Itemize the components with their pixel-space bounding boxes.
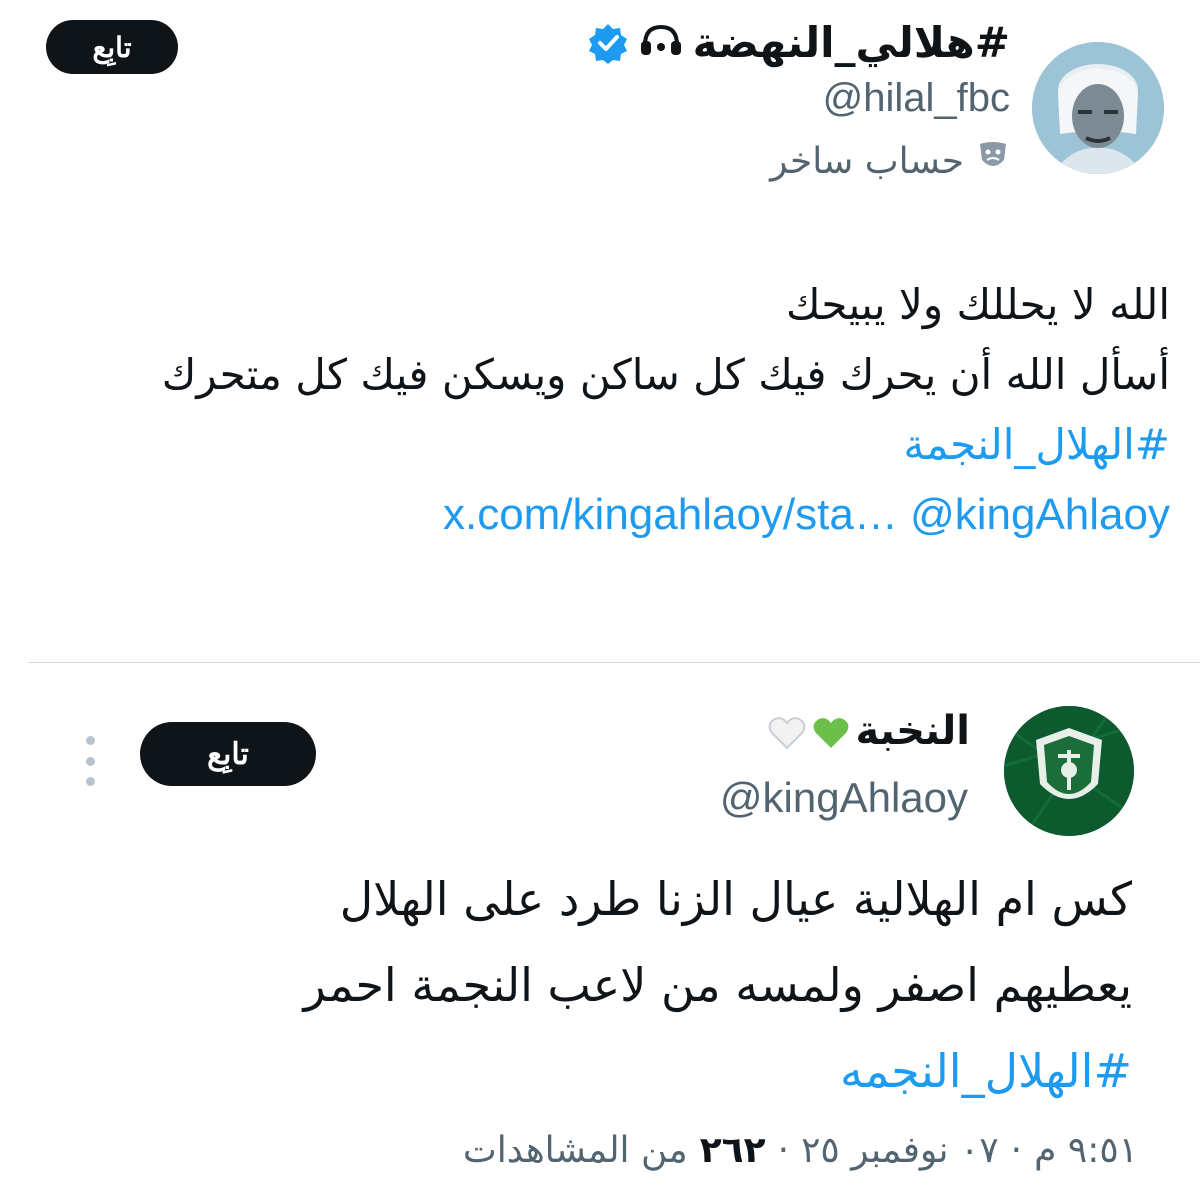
follow-button[interactable]: تابِع — [46, 20, 178, 74]
more-vertical-icon[interactable] — [78, 736, 102, 786]
quoted-tweet-text: كس ام الهلالية عيال الزنا طرد على الهلال… — [132, 856, 1133, 1114]
parody-label-row: حساب ساخر — [770, 140, 1010, 183]
white-heart-icon — [768, 714, 806, 750]
tweet-date[interactable]: ٠٧ نوفمبر ٢٥ — [801, 1130, 999, 1171]
quoted-handle[interactable]: @kingAhlaoy — [720, 774, 968, 822]
dot — [85, 736, 95, 745]
hashtag-link[interactable]: #الهلال_النجمة — [40, 410, 1170, 480]
quoted-tweet-line: كس ام الهلالية عيال الزنا طرد على الهلال — [339, 872, 1132, 926]
quoted-tweet-line: يعطيهم اصفر ولمسه من لاعب النجمة احمر — [303, 958, 1133, 1012]
mention-link[interactable]: @kingAhlaoy — [910, 490, 1170, 539]
display-name-text: #هلالي_النهضة — [692, 18, 1010, 67]
meta-separator: · — [1010, 1130, 1023, 1171]
avatar-kingahlaoy[interactable] — [1004, 706, 1134, 836]
dot — [85, 777, 95, 786]
theater-mask-icon — [976, 140, 1010, 183]
quoted-hashtag-link[interactable]: #الهلال_النجمه — [132, 1028, 1132, 1114]
views-count: ٢٦٢ — [699, 1130, 766, 1171]
tweet-line: الله لا يحللك ولا يبيحك — [785, 280, 1170, 329]
views-label: من المشاهدات — [462, 1130, 688, 1171]
quoted-follow-button[interactable]: تابِع — [140, 722, 316, 786]
parody-label: حساب ساخر — [770, 141, 964, 182]
quoted-display-name-text: النخبة — [855, 708, 970, 754]
green-heart-icon — [812, 714, 850, 748]
tweet-text: الله لا يحللك ولا يبيحك أسأل الله أن يحر… — [40, 270, 1170, 550]
display-name[interactable]: #هلالي_النهضة — [587, 18, 1010, 67]
quoted-display-name[interactable]: النخبة — [768, 708, 970, 754]
avatar-image — [1004, 706, 1134, 836]
dot — [85, 756, 95, 766]
link-row: x.com/kingahlaoy/sta… @kingAhlaoy — [40, 480, 1170, 550]
divider — [28, 662, 1200, 663]
headset-emoji-icon — [639, 18, 683, 67]
meta-separator: · — [777, 1130, 790, 1171]
verified-badge-icon — [587, 22, 629, 64]
avatar-hilal-fbc[interactable] — [1032, 42, 1164, 174]
tweet-time[interactable]: ٩:٥١ م — [1034, 1130, 1138, 1171]
url-link[interactable]: x.com/kingahlaoy/sta… — [443, 490, 898, 539]
avatar-image — [1032, 42, 1164, 174]
tweet-meta: ٩:٥١ م · ٠٧ نوفمبر ٢٥ · ٢٦٢ من المشاهدات — [463, 1130, 1138, 1171]
handle[interactable]: @hilal_fbc — [823, 76, 1010, 121]
tweet-line: أسأل الله أن يحرك فيك كل ساكن ويسكن فيك … — [161, 350, 1170, 399]
